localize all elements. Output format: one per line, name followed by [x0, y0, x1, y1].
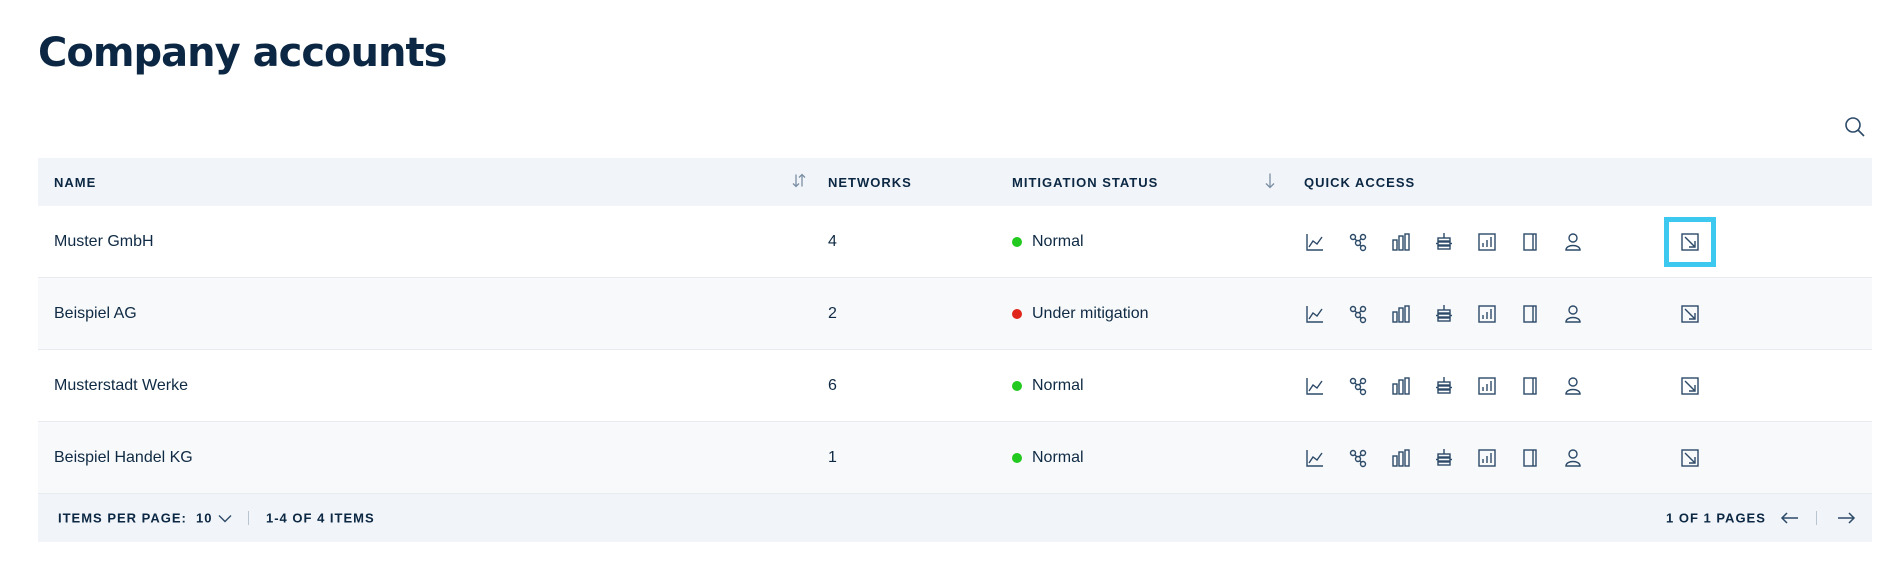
search-icon	[1845, 117, 1865, 137]
line-chart-icon[interactable]	[1304, 375, 1326, 397]
document-icon[interactable]	[1519, 231, 1541, 253]
column-header-name[interactable]: NAME	[54, 175, 96, 190]
server-stack-icon[interactable]	[1433, 447, 1455, 469]
quick-access-icons	[1304, 375, 1584, 397]
chevron-down-icon	[218, 514, 232, 522]
report-chart-icon[interactable]	[1476, 303, 1498, 325]
status-text: Under mitigation	[1032, 304, 1149, 322]
previous-page-button[interactable]	[1780, 511, 1800, 525]
server-stack-icon[interactable]	[1433, 231, 1455, 253]
open-account-button[interactable]	[1664, 216, 1716, 267]
open-external-icon	[1681, 304, 1699, 323]
network-nodes-icon[interactable]	[1347, 231, 1369, 253]
arrow-right-icon	[1838, 512, 1856, 524]
bar-chart-icon[interactable]	[1390, 447, 1412, 469]
status-text: Normal	[1032, 448, 1084, 466]
network-nodes-icon[interactable]	[1347, 303, 1369, 325]
quick-access-icons	[1304, 231, 1584, 253]
status-text: Normal	[1032, 376, 1084, 394]
quick-access-icons	[1304, 447, 1584, 469]
network-nodes-icon[interactable]	[1347, 447, 1369, 469]
arrow-left-icon	[1780, 512, 1798, 524]
networks-count: 2	[828, 304, 837, 322]
account-name[interactable]: Musterstadt Werke	[54, 377, 188, 395]
account-name[interactable]: Beispiel Handel KG	[54, 449, 193, 467]
sort-name-icon[interactable]	[790, 172, 808, 193]
account-name[interactable]: Beispiel AG	[54, 305, 137, 323]
user-icon[interactable]	[1562, 303, 1584, 325]
mitigation-status: Normal	[1012, 449, 1084, 467]
open-external-icon	[1681, 232, 1699, 251]
accounts-table: NAME NETWORKS MITIGATION STATUS QUICK AC…	[38, 158, 1872, 542]
next-page-button[interactable]	[1836, 511, 1856, 525]
items-per-page-select[interactable]: 10	[196, 511, 232, 526]
items-per-page-label: ITEMS PER PAGE:	[58, 510, 187, 526]
mitigation-status: Under mitigation	[1012, 305, 1149, 323]
line-chart-icon[interactable]	[1304, 231, 1326, 253]
server-stack-icon[interactable]	[1433, 303, 1455, 325]
footer-divider	[248, 511, 249, 525]
status-dot	[1012, 236, 1022, 247]
network-nodes-icon[interactable]	[1347, 375, 1369, 397]
bar-chart-icon[interactable]	[1390, 375, 1412, 397]
report-chart-icon[interactable]	[1476, 231, 1498, 253]
document-icon[interactable]	[1519, 447, 1541, 469]
table-row[interactable]: Muster GmbH 4 Normal	[38, 206, 1872, 278]
bar-chart-icon[interactable]	[1390, 231, 1412, 253]
account-name[interactable]: Muster GmbH	[54, 233, 154, 251]
open-external-icon	[1681, 376, 1699, 395]
table-footer: ITEMS PER PAGE: 10 1-4 OF 4 ITEMS 1 OF 1…	[38, 494, 1872, 542]
server-stack-icon[interactable]	[1433, 375, 1455, 397]
quick-access-icons	[1304, 303, 1584, 325]
user-icon[interactable]	[1562, 375, 1584, 397]
networks-count: 4	[828, 232, 837, 250]
items-range-text: 1-4 OF 4 ITEMS	[266, 510, 375, 526]
document-icon[interactable]	[1519, 375, 1541, 397]
status-dot	[1012, 452, 1022, 463]
mitigation-status: Normal	[1012, 377, 1084, 395]
status-text: Normal	[1032, 232, 1084, 250]
report-chart-icon[interactable]	[1476, 375, 1498, 397]
sort-status-icon[interactable]	[1263, 172, 1277, 193]
open-external-icon	[1681, 448, 1699, 467]
table-row[interactable]: Beispiel AG 2 Under mitigation	[38, 278, 1872, 350]
page-title: Company accounts	[38, 30, 447, 76]
line-chart-icon[interactable]	[1304, 303, 1326, 325]
mitigation-status: Normal	[1012, 233, 1084, 251]
column-header-networks: NETWORKS	[828, 174, 912, 190]
networks-count: 1	[828, 448, 837, 466]
table-row[interactable]: Musterstadt Werke 6 Normal	[38, 350, 1872, 422]
user-icon[interactable]	[1562, 447, 1584, 469]
open-account-button[interactable]	[1664, 433, 1716, 483]
footer-nav-divider	[1816, 511, 1817, 525]
table-row[interactable]: Beispiel Handel KG 1 Normal	[38, 422, 1872, 494]
networks-count: 6	[828, 376, 837, 394]
column-header-mitigation-status[interactable]: MITIGATION STATUS	[1012, 175, 1158, 190]
report-chart-icon[interactable]	[1476, 447, 1498, 469]
status-dot	[1012, 308, 1022, 319]
status-dot	[1012, 380, 1022, 391]
items-per-page-value: 10	[196, 510, 213, 526]
column-header-quick-access: QUICK ACCESS	[1304, 174, 1416, 190]
table-header: NAME NETWORKS MITIGATION STATUS QUICK AC…	[38, 158, 1872, 206]
document-icon[interactable]	[1519, 303, 1541, 325]
pages-text: 1 OF 1 PAGES	[1666, 510, 1766, 526]
open-account-button[interactable]	[1664, 361, 1716, 411]
line-chart-icon[interactable]	[1304, 447, 1326, 469]
user-icon[interactable]	[1562, 231, 1584, 253]
search-button[interactable]	[1840, 112, 1870, 142]
bar-chart-icon[interactable]	[1390, 303, 1412, 325]
open-account-button[interactable]	[1664, 289, 1716, 339]
